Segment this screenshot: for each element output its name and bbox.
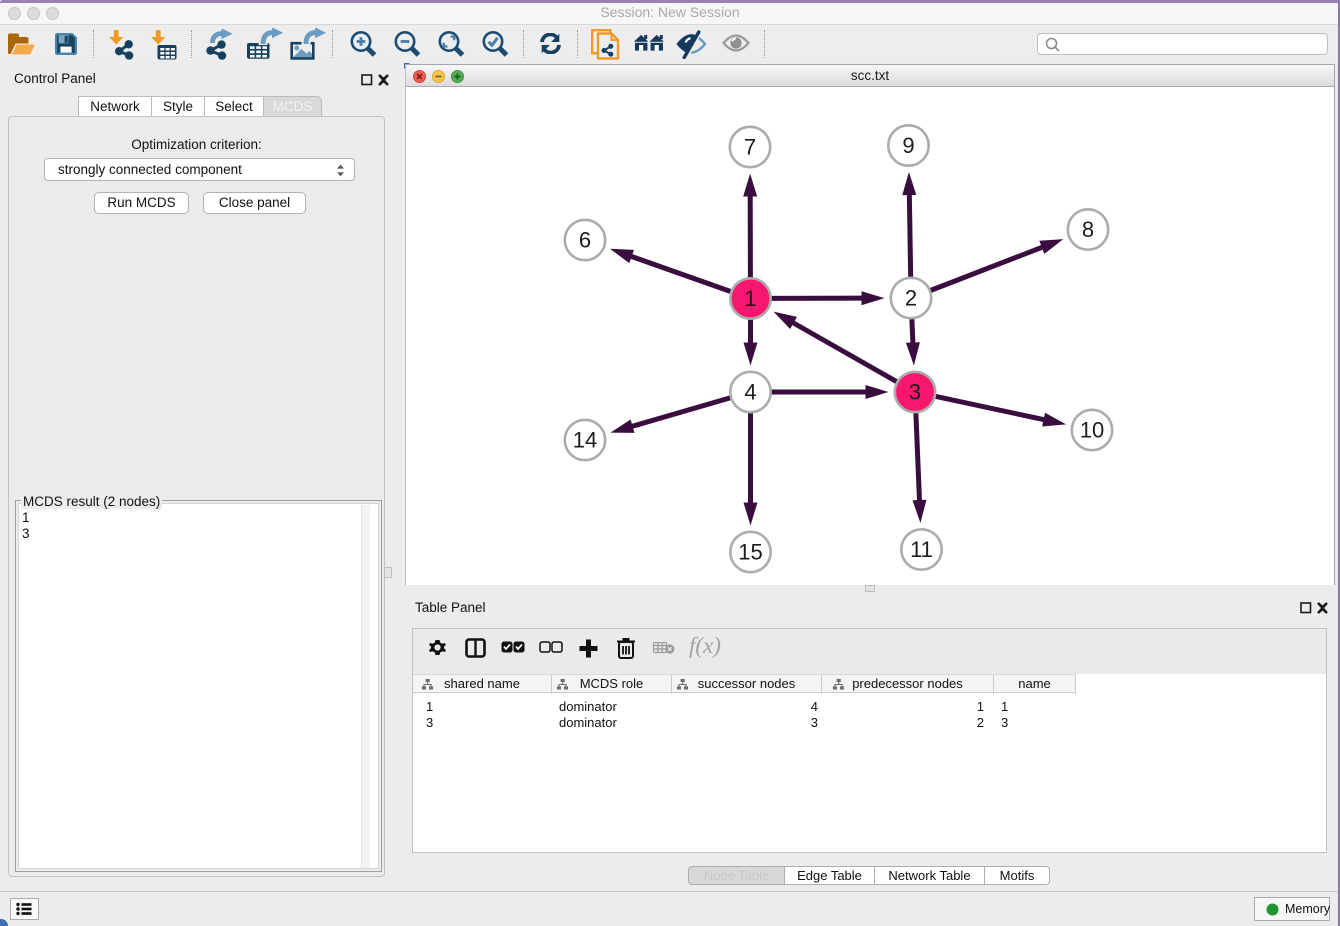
svg-text:1: 1: [744, 286, 756, 311]
svg-text:9: 9: [902, 133, 914, 158]
svg-text:10: 10: [1080, 418, 1104, 443]
svg-text:8: 8: [1082, 217, 1094, 242]
svg-text:11: 11: [910, 537, 933, 562]
svg-text:4: 4: [744, 380, 756, 405]
svg-text:3: 3: [909, 380, 921, 405]
svg-text:2: 2: [905, 286, 917, 311]
svg-text:14: 14: [573, 428, 597, 453]
svg-text:15: 15: [738, 540, 762, 565]
svg-text:6: 6: [579, 228, 591, 253]
svg-text:7: 7: [744, 135, 756, 160]
